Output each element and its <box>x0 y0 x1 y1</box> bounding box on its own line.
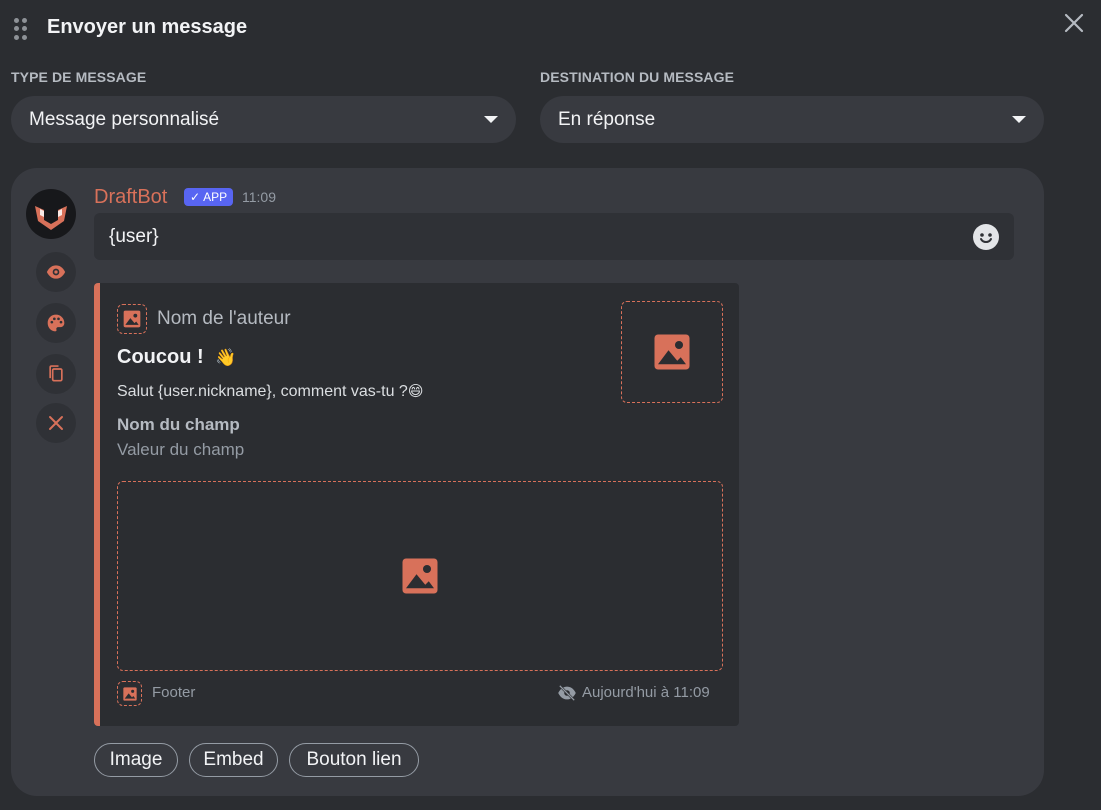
grin-emoji: 😄 <box>407 383 424 400</box>
toggle-visibility-button[interactable] <box>36 252 76 292</box>
image-icon <box>123 310 141 328</box>
image-icon <box>402 558 438 594</box>
message-time: 11:09 <box>242 189 276 205</box>
delete-message-button[interactable] <box>36 403 76 443</box>
add-image-button[interactable]: Image <box>94 743 178 777</box>
image-icon <box>122 686 137 701</box>
close-icon <box>49 416 63 430</box>
drag-handle-icon[interactable] <box>14 18 28 40</box>
embed-field-name[interactable]: Nom du champ <box>117 415 240 435</box>
chevron-down-icon <box>1012 116 1026 123</box>
color-button[interactable] <box>36 303 76 343</box>
add-embed-button[interactable]: Embed <box>189 743 278 777</box>
check-icon: ✓ <box>190 190 201 204</box>
message-content-text: {user} <box>109 225 159 247</box>
embed-timestamp: Aujourd'hui à 11:09 <box>582 684 710 701</box>
bot-name: DraftBot <box>94 186 168 208</box>
author-icon-upload[interactable] <box>117 304 147 334</box>
message-type-value: Message personnalisé <box>29 108 220 130</box>
bot-avatar <box>26 189 76 239</box>
message-content-input[interactable]: {user} <box>94 213 1014 260</box>
embed-author-name[interactable]: Nom de l'auteur <box>157 308 291 330</box>
image-icon <box>654 334 690 370</box>
embed-field-value[interactable]: Valeur du champ <box>117 440 244 460</box>
palette-icon <box>47 314 65 332</box>
eye-icon <box>46 265 66 279</box>
chevron-down-icon <box>484 116 498 123</box>
destination-select[interactable]: En réponse <box>540 96 1044 143</box>
emoji-picker-button[interactable] <box>973 224 999 250</box>
dialog-title: Envoyer un message <box>47 16 248 38</box>
embed-title[interactable]: Coucou ! 👋 <box>117 346 236 369</box>
message-type-label: TYPE DE MESSAGE <box>11 69 147 85</box>
message-type-select[interactable]: Message personnalisé <box>11 96 516 143</box>
wave-emoji: 👋 <box>215 348 237 367</box>
add-link-button[interactable]: Bouton lien <box>289 743 419 777</box>
footer-icon-upload[interactable] <box>117 681 142 706</box>
thumbnail-upload[interactable] <box>621 301 723 403</box>
eye-off-icon <box>558 684 576 702</box>
close-icon <box>1064 13 1084 33</box>
duplicate-button[interactable] <box>36 354 76 394</box>
close-dialog-button[interactable] <box>1061 10 1087 36</box>
embed-footer-text[interactable]: Footer <box>152 684 195 701</box>
smiley-icon <box>980 233 992 243</box>
embed-image-upload[interactable] <box>117 481 723 671</box>
copy-icon <box>49 365 63 382</box>
draftbot-logo-icon <box>35 206 67 230</box>
app-badge: ✓ APP <box>184 188 234 206</box>
embed-description[interactable]: Salut {user.nickname}, comment vas-tu ?😄 <box>117 382 423 401</box>
destination-value: En réponse <box>558 108 656 130</box>
timestamp-toggle[interactable] <box>557 684 577 706</box>
destination-label: DESTINATION DU MESSAGE <box>540 69 735 85</box>
